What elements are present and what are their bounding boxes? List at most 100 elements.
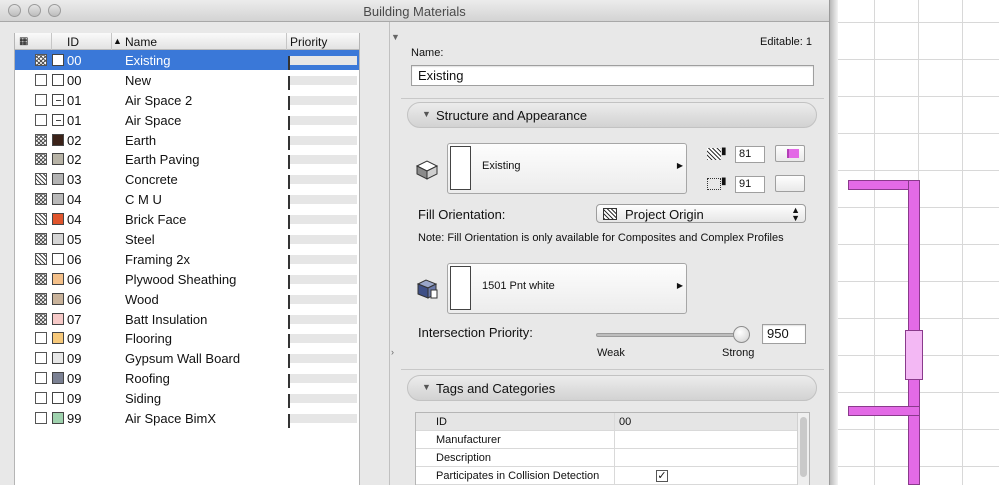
cut-pen-1-field[interactable]: 81	[735, 146, 765, 163]
visibility-checkbox[interactable]	[35, 213, 47, 226]
list-item[interactable]: 05 Steel	[15, 229, 359, 250]
fill-orientation-select[interactable]: Project Origin ▲ ▼	[596, 204, 806, 223]
materials-list[interactable]: ▦ ID ▲ Name Priority 00 Existing 00 New 01 Ai…	[14, 33, 360, 485]
priority-fill	[288, 354, 290, 369]
tag-row[interactable]: ID 00	[416, 413, 809, 431]
priority-bar	[288, 254, 357, 269]
material-name: Concrete	[125, 172, 178, 188]
material-swatch	[52, 292, 64, 305]
priority-fill	[288, 215, 290, 230]
visibility-checkbox[interactable]	[35, 54, 47, 66]
column-id[interactable]: ID	[67, 35, 79, 49]
splitter[interactable]: ▼ ›	[389, 22, 400, 485]
visibility-checkbox[interactable]	[35, 93, 47, 106]
visibility-checkbox[interactable]	[35, 113, 47, 126]
list-item[interactable]: 02 Earth Paving	[15, 149, 359, 170]
material-id: 09	[67, 331, 82, 347]
surface-icon	[416, 279, 438, 299]
cut-fill-icon	[415, 160, 439, 180]
tag-key: Manufacturer	[436, 434, 501, 446]
cut-fill-button[interactable]: Existing ▶	[447, 143, 687, 194]
priority-fill	[288, 254, 290, 269]
intersection-priority-field[interactable]: 950	[762, 324, 806, 344]
list-item[interactable]: 00 Existing	[15, 50, 359, 70]
visibility-checkbox[interactable]	[35, 73, 47, 86]
material-id: 01	[67, 92, 82, 108]
fill-orientation-value: Project Origin	[625, 207, 704, 222]
list-item[interactable]: 07 Batt Insulation	[15, 309, 359, 329]
tags-table[interactable]: ID 00 Manufacturer Description Participates …	[415, 412, 810, 485]
tag-key: ID	[436, 416, 447, 428]
material-id: 05	[67, 232, 82, 248]
tags-scrollbar[interactable]	[797, 413, 809, 485]
list-item[interactable]: 00 New	[15, 70, 359, 90]
collapse-arrow-icon[interactable]: ▼	[391, 32, 400, 42]
list-item[interactable]: 01 Air Space 2	[15, 90, 359, 110]
material-id: 07	[67, 311, 82, 327]
visibility-checkbox[interactable]	[35, 233, 47, 246]
tag-row[interactable]: Participates in Collision Detection ✓	[416, 467, 809, 485]
material-name: Earth	[125, 132, 157, 148]
visibility-checkbox[interactable]	[35, 272, 47, 285]
material-swatch	[52, 372, 64, 385]
material-swatch	[52, 252, 64, 265]
material-swatch	[52, 213, 64, 226]
tags-section-header[interactable]: ▼ Tags and Categories	[407, 375, 817, 401]
visibility-checkbox[interactable]	[35, 352, 47, 365]
list-item[interactable]: 03 Concrete	[15, 169, 359, 190]
column-priority[interactable]: Priority	[290, 35, 327, 49]
list-rows: 00 Existing 00 New 01 Air Space 2 01 Air Space 0…	[15, 50, 359, 429]
material-id: 00	[67, 72, 82, 88]
surface-button[interactable]: 1501 Pnt white ▶	[447, 263, 687, 314]
priority-bar	[288, 374, 357, 389]
list-item[interactable]: 01 Air Space	[15, 110, 359, 130]
visibility-checkbox[interactable]	[35, 133, 47, 146]
cut-pen-2-field[interactable]: 91	[735, 176, 765, 193]
visibility-checkbox[interactable]	[35, 193, 47, 206]
visibility-checkbox[interactable]	[35, 173, 47, 186]
tag-row[interactable]: Description	[416, 449, 809, 467]
titlebar: Building Materials	[0, 0, 829, 22]
visibility-checkbox[interactable]	[35, 372, 47, 385]
list-item[interactable]: 04 C M U	[15, 189, 359, 210]
slider-knob[interactable]	[733, 326, 750, 343]
name-field[interactable]: Existing	[411, 65, 814, 86]
settings-column-icon[interactable]: ▦	[19, 36, 28, 47]
cut-pen-1-color[interactable]	[775, 145, 805, 162]
visibility-checkbox[interactable]	[35, 332, 47, 345]
list-item[interactable]: 09 Gypsum Wall Board	[15, 348, 359, 369]
material-id: 03	[67, 172, 82, 188]
list-item[interactable]: 04 Brick Face	[15, 209, 359, 230]
visibility-checkbox[interactable]	[35, 292, 47, 305]
weak-label: Weak	[597, 347, 625, 359]
list-item[interactable]: 09 Flooring	[15, 328, 359, 349]
priority-fill	[288, 314, 290, 329]
visibility-checkbox[interactable]	[35, 392, 47, 405]
drawing-canvas[interactable]	[830, 0, 999, 485]
surface-swatch	[450, 266, 471, 310]
intersection-priority-slider[interactable]	[596, 333, 750, 337]
list-item[interactable]: 99 Air Space BimX	[15, 408, 359, 429]
list-item[interactable]: 09 Siding	[15, 388, 359, 409]
structure-section-header[interactable]: ▼ Structure and Appearance	[407, 102, 817, 128]
material-name: C M U	[125, 192, 162, 208]
collision-checkbox[interactable]: ✓	[656, 470, 668, 482]
material-swatch	[52, 173, 64, 186]
priority-fill	[288, 235, 290, 250]
visibility-checkbox[interactable]	[35, 153, 47, 166]
caret-right-icon: ▶	[676, 161, 683, 170]
list-item[interactable]: 09 Roofing	[15, 368, 359, 389]
tag-value[interactable]: 00	[619, 416, 631, 428]
list-item[interactable]: 06 Framing 2x	[15, 249, 359, 269]
tag-row[interactable]: Manufacturer	[416, 431, 809, 449]
sort-ascending-icon: ▲	[113, 36, 122, 46]
visibility-checkbox[interactable]	[35, 252, 47, 265]
list-item[interactable]: 06 Plywood Sheathing	[15, 269, 359, 289]
column-name[interactable]: Name	[125, 35, 157, 49]
expand-arrow-icon[interactable]: ›	[391, 347, 394, 357]
list-item[interactable]: 06 Wood	[15, 289, 359, 309]
list-item[interactable]: 02 Earth	[15, 130, 359, 150]
visibility-checkbox[interactable]	[35, 412, 47, 425]
cut-pen-2-color[interactable]	[775, 175, 805, 192]
visibility-checkbox[interactable]	[35, 312, 47, 325]
